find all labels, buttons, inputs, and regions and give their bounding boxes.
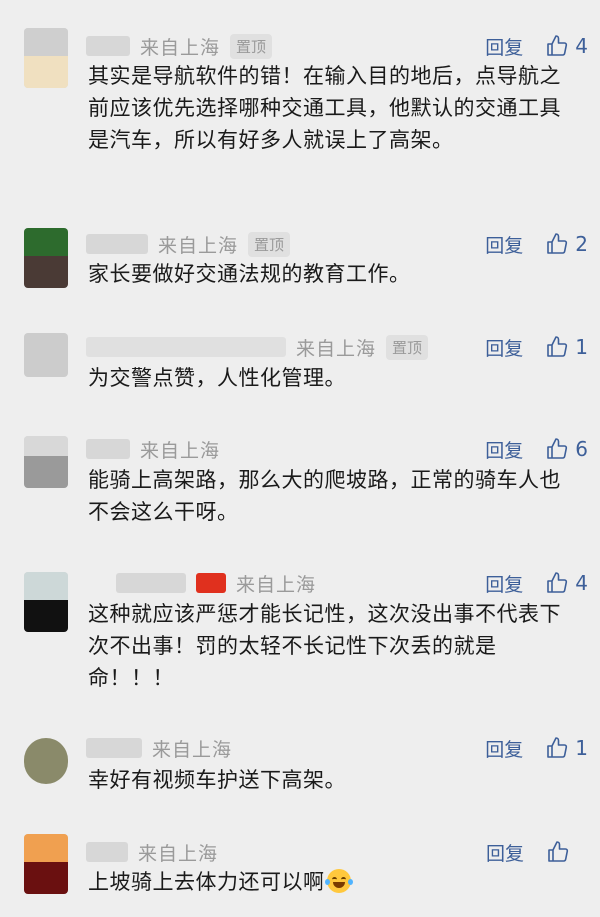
like-button[interactable]: 2 — [545, 232, 588, 256]
pinned-badge: 置顶 — [386, 334, 429, 360]
avatar[interactable] — [24, 738, 68, 784]
thumbs-up-icon — [547, 336, 568, 357]
thumbs-up-icon — [548, 841, 569, 862]
like-count: 4 — [575, 571, 588, 595]
comment-text: 其实是导航软件的错！在输入目的地后，点导航之前应该优先选择哪种交通工具，他默认的… — [88, 64, 561, 152]
avatar[interactable] — [24, 228, 68, 288]
pinned-badge: 置顶 — [230, 33, 273, 59]
comment-text: 这种就应该严惩才能长记性，这次没出事不代表下次不出事！罚的太轻不长记性下次丢的就… — [88, 602, 561, 690]
nickname-badge — [196, 573, 226, 593]
location-label: 来自上海 — [140, 36, 221, 59]
thumbs-up-icon — [547, 233, 568, 254]
like-button[interactable]: 4 — [545, 571, 588, 595]
nickname-blurred[interactable] — [86, 234, 148, 254]
comment-text: 家长要做好交通法规的教育工作。 — [88, 262, 411, 286]
reply-button[interactable]: 回复 — [485, 33, 523, 60]
comment-text-content: 上坡骑上去体力还可以啊 — [88, 870, 325, 894]
like-button[interactable]: 1 — [545, 736, 588, 760]
nickname-blurred[interactable] — [116, 573, 186, 593]
like-button[interactable]: 1 — [545, 335, 588, 359]
reply-button[interactable]: 回复 — [485, 570, 523, 597]
like-count: 2 — [575, 232, 588, 256]
location-label: 来自上海 — [296, 337, 377, 360]
comment-text: 能骑上高架路，那么大的爬坡路，正常的骑车人也不会这么干呀。 — [88, 468, 561, 524]
avatar[interactable] — [24, 572, 68, 632]
like-count: 4 — [575, 34, 588, 58]
thumbs-up-icon — [547, 438, 568, 459]
avatar[interactable] — [24, 436, 68, 488]
reply-button[interactable]: 回复 — [485, 334, 523, 361]
comment-text: 幸好有视频车护送下高架。 — [88, 768, 346, 792]
comment-text: 为交警点赞，人性化管理。 — [88, 366, 346, 390]
like-button[interactable]: 4 — [545, 34, 588, 58]
thumbs-up-icon — [547, 572, 568, 593]
nickname-blurred[interactable] — [86, 842, 128, 862]
avatar[interactable] — [24, 834, 68, 894]
like-count: 1 — [575, 736, 588, 760]
avatar[interactable] — [24, 28, 68, 88]
like-button[interactable]: 6 — [545, 437, 588, 461]
location-label: 来自上海 — [236, 573, 317, 596]
comment-text: 上坡骑上去体力还可以啊 — [88, 866, 578, 898]
reply-button[interactable]: 回复 — [485, 231, 523, 258]
nickname-blurred[interactable] — [86, 439, 130, 459]
like-count: 6 — [575, 437, 588, 461]
location-label: 来自上海 — [138, 842, 219, 865]
location-label: 来自上海 — [158, 234, 239, 257]
thumbs-up-icon — [547, 35, 568, 56]
avatar[interactable] — [24, 333, 68, 377]
like-button[interactable] — [546, 840, 588, 864]
reply-button[interactable]: 回复 — [485, 735, 523, 762]
nickname-blurred[interactable] — [86, 337, 286, 357]
location-label: 来自上海 — [140, 439, 221, 462]
reply-button[interactable]: 回复 — [485, 436, 523, 463]
nickname-blurred[interactable] — [86, 738, 142, 758]
reply-button[interactable]: 回复 — [486, 839, 524, 866]
pinned-badge: 置顶 — [248, 231, 291, 257]
laughing-tears-emoji-icon — [324, 869, 353, 893]
thumbs-up-icon — [547, 737, 568, 758]
location-label: 来自上海 — [152, 738, 233, 761]
nickname-blurred[interactable] — [86, 36, 130, 56]
like-count: 1 — [575, 335, 588, 359]
